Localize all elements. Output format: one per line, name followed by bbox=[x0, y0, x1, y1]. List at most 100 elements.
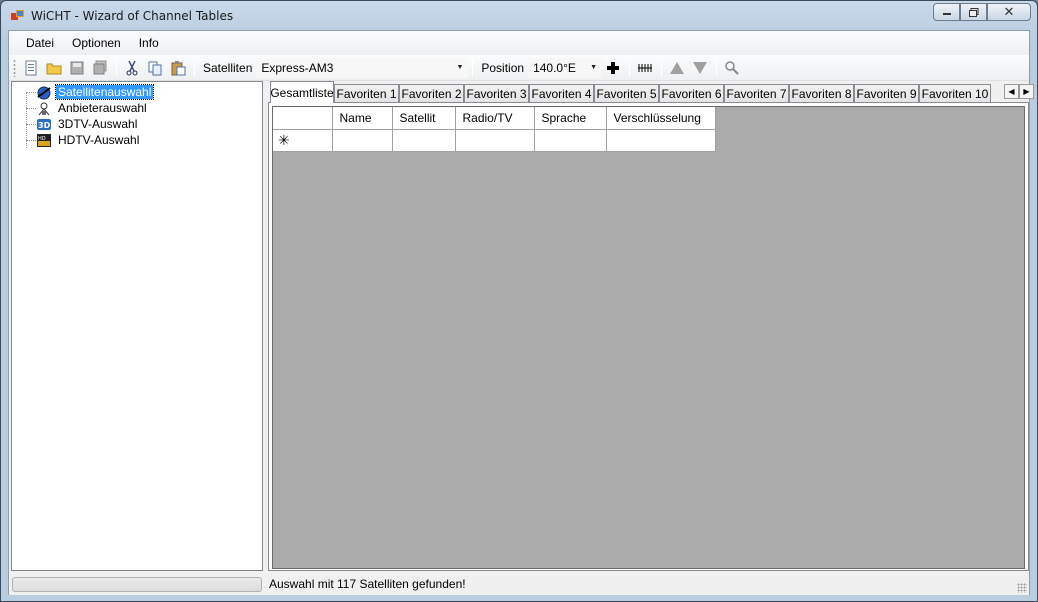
tree-item-label: Anbieterauswahl bbox=[58, 101, 147, 115]
ruler-icon bbox=[638, 63, 653, 72]
search-button[interactable] bbox=[721, 57, 743, 79]
maximize-button[interactable] bbox=[960, 3, 987, 21]
tab-page-gesamtliste: Name Satellit Radio/TV Sprache Verschlüs… bbox=[268, 102, 1029, 571]
status-text: Auswahl mit 117 Satelliten gefunden! bbox=[269, 577, 466, 591]
resize-grip-icon[interactable] bbox=[1017, 583, 1027, 593]
column-header-name[interactable]: Name bbox=[332, 107, 393, 130]
channel-grid[interactable]: Name Satellit Radio/TV Sprache Verschlüs… bbox=[272, 106, 1025, 569]
toolbar-separator bbox=[472, 58, 474, 77]
tab-favoriten-6[interactable]: Favoriten 6 bbox=[659, 84, 724, 103]
move-up-button[interactable] bbox=[666, 57, 688, 79]
cut-button[interactable] bbox=[121, 57, 143, 79]
tab-gesamtliste[interactable]: Gesamtliste bbox=[270, 81, 334, 103]
ruler-button[interactable] bbox=[634, 57, 656, 79]
table-cell[interactable] bbox=[534, 129, 607, 152]
tab-favoriten-10[interactable]: Favoriten 10 bbox=[919, 84, 991, 103]
tab-favoriten-8[interactable]: Favoriten 8 bbox=[789, 84, 854, 103]
tab-label: Favoriten 1 bbox=[336, 87, 397, 101]
menu-info[interactable]: Info bbox=[130, 33, 168, 53]
table-row-new[interactable]: ✳ bbox=[273, 129, 716, 152]
row-header-corner[interactable] bbox=[273, 107, 333, 130]
new-button[interactable] bbox=[20, 57, 42, 79]
tab-label: Favoriten 5 bbox=[596, 87, 657, 101]
close-icon: ✕ bbox=[1003, 4, 1015, 19]
tab-label: Favoriten 8 bbox=[791, 87, 852, 101]
tab-label: Favoriten 3 bbox=[466, 87, 527, 101]
toolbar-separator bbox=[661, 58, 663, 77]
app-window: WiCHT - Wizard of Channel Tables ✕ Datei… bbox=[0, 0, 1038, 602]
new-icon bbox=[25, 60, 37, 75]
save-all-button[interactable] bbox=[89, 57, 111, 79]
tree-view[interactable]: Satellitenauswahl Anbieterauswahl 3D 3DT… bbox=[11, 81, 263, 571]
open-button[interactable] bbox=[43, 57, 65, 79]
toolbar-grip[interactable] bbox=[13, 58, 16, 77]
progress-bar bbox=[12, 576, 262, 592]
dropdown-arrow-icon: ▼ bbox=[590, 64, 598, 71]
satellite-select[interactable]: Express-AM3 ▼ bbox=[256, 57, 469, 78]
cut-icon bbox=[126, 60, 138, 75]
column-header-sprache[interactable]: Sprache bbox=[534, 107, 607, 130]
search-icon bbox=[725, 60, 739, 75]
tree-item-anbieterauswahl[interactable]: Anbieterauswahl bbox=[20, 100, 149, 116]
tab-label: Favoriten 2 bbox=[401, 87, 462, 101]
table-cell[interactable] bbox=[455, 129, 535, 152]
menu-optionen[interactable]: Optionen bbox=[63, 33, 130, 53]
copy-button[interactable] bbox=[144, 57, 166, 79]
new-row-marker-icon[interactable]: ✳ bbox=[273, 129, 333, 152]
column-header-verschluesselung[interactable]: Verschlüsselung bbox=[606, 107, 716, 130]
position-select[interactable]: 140.0°E ▼ bbox=[528, 57, 603, 78]
tree-item-label: HDTV-Auswahl bbox=[58, 133, 140, 147]
toolbar-separator bbox=[116, 58, 117, 77]
move-up-icon bbox=[670, 61, 685, 74]
table-cell[interactable] bbox=[332, 129, 393, 152]
status-bar: Auswahl mit 117 Satelliten gefunden! bbox=[9, 573, 1029, 595]
tab-favoriten-5[interactable]: Favoriten 5 bbox=[594, 84, 659, 103]
tab-scroll-right-button[interactable]: ▶ bbox=[1019, 84, 1034, 99]
menu-datei[interactable]: Datei bbox=[17, 33, 63, 53]
table-cell[interactable] bbox=[392, 129, 456, 152]
tab-scroll-left-button[interactable]: ◀ bbox=[1004, 84, 1019, 99]
copy-icon bbox=[148, 61, 162, 75]
tab-favoriten-3[interactable]: Favoriten 3 bbox=[464, 84, 529, 103]
save-all-icon bbox=[93, 60, 107, 74]
tab-label: Favoriten 7 bbox=[726, 87, 787, 101]
tab-favoriten-4[interactable]: Favoriten 4 bbox=[529, 84, 594, 103]
column-header-radio-tv[interactable]: Radio/TV bbox=[455, 107, 535, 130]
tree-item-satellitenauswahl[interactable]: Satellitenauswahl bbox=[20, 84, 155, 100]
tab-label: Favoriten 10 bbox=[921, 87, 989, 101]
paste-button[interactable] bbox=[167, 57, 189, 79]
tree-item-hdtv-auswahl[interactable]: HD HDTV-Auswahl bbox=[20, 132, 141, 148]
close-button[interactable]: ✕ bbox=[987, 3, 1031, 21]
3dtv-icon: 3D bbox=[36, 117, 52, 132]
satellite-select-value: Express-AM3 bbox=[261, 60, 334, 75]
tree-item-label: 3DTV-Auswahl bbox=[58, 117, 138, 131]
svg-text:HD: HD bbox=[38, 136, 46, 142]
save-button[interactable] bbox=[66, 57, 88, 79]
tab-favoriten-2[interactable]: Favoriten 2 bbox=[399, 84, 464, 103]
table-header-row: Name Satellit Radio/TV Sprache Verschlüs… bbox=[273, 107, 716, 130]
window-title: WiCHT - Wizard of Channel Tables bbox=[31, 9, 234, 23]
move-down-button[interactable] bbox=[689, 57, 711, 79]
tab-label: Gesamtliste bbox=[270, 85, 334, 100]
minimize-button[interactable] bbox=[933, 3, 960, 21]
menu-bar: Datei Optionen Info bbox=[9, 31, 1029, 55]
provider-icon bbox=[36, 101, 52, 116]
add-icon bbox=[607, 61, 620, 74]
column-header-satellit[interactable]: Satellit bbox=[392, 107, 456, 130]
chevron-left-icon: ◀ bbox=[1008, 87, 1015, 96]
add-button[interactable] bbox=[602, 57, 624, 79]
table-cell[interactable] bbox=[606, 129, 716, 152]
restore-icon bbox=[968, 7, 978, 17]
position-label: Position bbox=[481, 60, 525, 75]
client-area: Datei Optionen Info Satelliten Express-A… bbox=[8, 30, 1034, 595]
tab-favoriten-7[interactable]: Favoriten 7 bbox=[724, 84, 789, 103]
tree-item-3dtv-auswahl[interactable]: 3D 3DTV-Auswahl bbox=[20, 116, 139, 132]
toolbar-separator bbox=[194, 58, 195, 77]
tab-favoriten-1[interactable]: Favoriten 1 bbox=[334, 84, 399, 103]
satellite-label: Satelliten bbox=[203, 60, 253, 75]
satellite-icon bbox=[36, 85, 52, 100]
title-bar[interactable]: WiCHT - Wizard of Channel Tables ✕ bbox=[1, 1, 1037, 29]
tab-favoriten-9[interactable]: Favoriten 9 bbox=[854, 84, 919, 103]
minimize-icon bbox=[942, 13, 951, 15]
tab-strip: Gesamtliste Favoriten 1 Favoriten 2 Favo… bbox=[268, 81, 1034, 103]
